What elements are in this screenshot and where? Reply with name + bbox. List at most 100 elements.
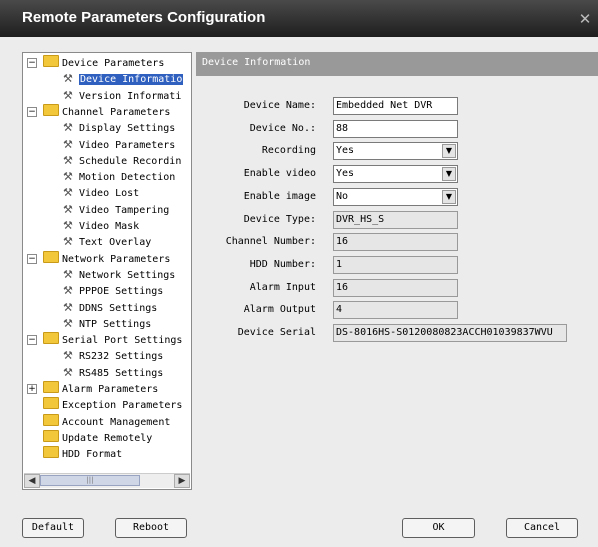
tree-item-label: Alarm Parameters xyxy=(62,384,159,395)
tree-item[interactable]: ⚒ NTP Settings xyxy=(63,316,151,332)
window-title: Remote Parameters Configuration xyxy=(22,9,266,26)
tree-item[interactable]: Update Remotely xyxy=(27,429,152,446)
readonly-field: 4 xyxy=(333,301,458,320)
wrench-icon: ⚒ xyxy=(63,316,73,330)
text-input[interactable]: 88 xyxy=(333,119,458,138)
tree-item[interactable]: ⚒ Network Settings xyxy=(63,267,175,283)
tree-item[interactable]: − Serial Port Settings xyxy=(27,332,182,348)
wrench-icon: ⚒ xyxy=(63,349,73,363)
scrollbar-thumb[interactable]: ||| xyxy=(40,475,140,486)
field-label: Alarm Input xyxy=(249,281,316,293)
tree-item-label: Text Overlay xyxy=(79,237,152,249)
tree-item[interactable]: − Network Parameters xyxy=(27,250,170,267)
settings-tree[interactable]: ◀ ||| ▶ − Device Parameters ⚒ Device Inform… xyxy=(22,52,192,490)
tree-horizontal-scrollbar[interactable]: ◀ ||| ▶ xyxy=(24,473,190,488)
readonly-field: 1 xyxy=(333,255,458,274)
field-label: Device Type: xyxy=(243,213,316,225)
tree-item[interactable]: ⚒ Display Settings xyxy=(63,120,175,136)
tree-item-label: Exception Parameters xyxy=(62,400,183,412)
tree-item-label: Device Informatio xyxy=(79,74,184,86)
dropdown-arrow-icon[interactable]: ▼ xyxy=(442,167,456,182)
tree-item[interactable]: ⚒ Motion Detection xyxy=(63,169,175,185)
form-row: Device No.: 88 xyxy=(196,119,598,138)
tree-item[interactable]: ⚒ Schedule Recordin xyxy=(63,153,181,169)
select-field[interactable]: Yes ▼ xyxy=(333,142,458,161)
ok-button[interactable]: OK xyxy=(402,518,475,538)
expand-icon[interactable]: + xyxy=(27,384,37,394)
field-label: HDD Number: xyxy=(249,258,316,270)
field-value: 16 xyxy=(336,236,349,248)
wrench-icon: ⚒ xyxy=(63,267,73,281)
scroll-right-icon[interactable]: ▶ xyxy=(174,474,190,488)
form-row: Device Name: Embedded Net DVR xyxy=(196,97,598,115)
wrench-icon: ⚒ xyxy=(63,186,73,200)
dropdown-arrow-icon[interactable]: ▼ xyxy=(442,144,456,159)
wrench-icon: ⚒ xyxy=(63,300,73,314)
field-label: Enable image xyxy=(243,190,316,202)
folder-icon xyxy=(43,413,59,426)
form-row: HDD Number: 1 xyxy=(196,255,598,274)
scroll-left-icon[interactable]: ◀ xyxy=(24,474,40,488)
folder-icon xyxy=(43,397,59,410)
wrench-icon: ⚒ xyxy=(63,72,73,86)
tree-item[interactable]: − Device Parameters xyxy=(27,55,164,71)
tree-item[interactable]: HDD Format xyxy=(27,446,122,462)
close-icon[interactable]: ✕ xyxy=(572,10,598,28)
field-value: 16 xyxy=(336,281,349,293)
collapse-icon[interactable]: − xyxy=(27,253,37,264)
field-label: Device No.: xyxy=(249,122,316,134)
select-field[interactable]: Yes ▼ xyxy=(333,165,458,184)
tree-item[interactable]: ⚒ Video Lost xyxy=(63,185,139,201)
folder-icon xyxy=(43,103,59,116)
wrench-icon: ⚒ xyxy=(63,365,73,379)
collapse-icon[interactable]: − xyxy=(27,58,37,68)
window: Remote Parameters Configuration ✕ ◀ ||| … xyxy=(0,0,598,547)
tree-item-label: Account Management xyxy=(62,416,171,428)
readonly-field: DS-8016HS-S0120080823ACCH01039837WVU xyxy=(333,324,567,342)
readonly-field: 16 xyxy=(333,233,458,252)
dropdown-arrow-icon[interactable]: ▼ xyxy=(442,189,456,204)
tree-item-label: RS232 Settings xyxy=(79,351,164,363)
tree-item[interactable]: ⚒ PPPOE Settings xyxy=(63,283,163,299)
tree-item[interactable]: ⚒ RS485 Settings xyxy=(63,365,163,381)
select-field[interactable]: No ▼ xyxy=(333,187,458,206)
reboot-button[interactable]: Reboot xyxy=(115,518,187,538)
wrench-icon: ⚒ xyxy=(63,202,73,216)
tree-item[interactable]: Account Management xyxy=(27,413,171,430)
default-button[interactable]: Default xyxy=(22,518,84,538)
tree-item[interactable]: + Alarm Parameters xyxy=(27,381,158,397)
tree-item-label: Video Lost xyxy=(79,188,140,200)
device-information-panel: Device Information Device Name: Embedded … xyxy=(196,52,598,488)
panel-header: Device Information xyxy=(196,52,598,76)
tree-item[interactable]: ⚒ DDNS Settings xyxy=(63,300,157,316)
tree-item-label: Video Tampering xyxy=(79,204,170,216)
tree-item-label: Video Mask xyxy=(79,221,140,232)
field-value: 4 xyxy=(336,304,343,316)
tree-item[interactable]: Exception Parameters xyxy=(27,397,182,413)
tree-item[interactable]: ⚒ Version Informati xyxy=(63,88,181,104)
tree-item[interactable]: ⚒ Video Parameters xyxy=(63,137,175,153)
tree-item[interactable]: ⚒ RS232 Settings xyxy=(63,348,163,364)
form-row: Channel Number: 16 xyxy=(196,233,598,252)
folder-icon xyxy=(43,446,59,459)
text-input[interactable]: Embedded Net DVR xyxy=(333,97,458,115)
form-row: Alarm Output 4 xyxy=(196,301,598,320)
wrench-icon: ⚒ xyxy=(63,153,73,167)
tree-item[interactable]: ⚒ Device Informatio xyxy=(63,71,184,87)
wrench-icon: ⚒ xyxy=(63,235,73,249)
collapse-icon[interactable]: − xyxy=(27,335,37,346)
tree-item[interactable]: − Channel Parameters xyxy=(27,103,170,120)
panel-header-title: Device Information xyxy=(202,57,311,68)
wrench-icon: ⚒ xyxy=(63,121,73,135)
wrench-icon: ⚒ xyxy=(63,219,73,232)
tree-item[interactable]: ⚒ Video Mask xyxy=(63,218,139,234)
tree-item[interactable]: ⚒ Video Tampering xyxy=(63,202,169,218)
form-row: Enable video Yes ▼ xyxy=(196,165,598,184)
tree-item[interactable]: ⚒ Text Overlay xyxy=(63,234,151,250)
collapse-icon[interactable]: − xyxy=(27,106,37,117)
folder-icon xyxy=(43,381,59,393)
tree-item-label: Version Informati xyxy=(79,90,182,102)
field-value: DS-8016HS-S0120080823ACCH01039837WVU xyxy=(336,327,553,338)
cancel-button[interactable]: Cancel xyxy=(506,518,578,538)
field-value: 88 xyxy=(336,122,349,134)
